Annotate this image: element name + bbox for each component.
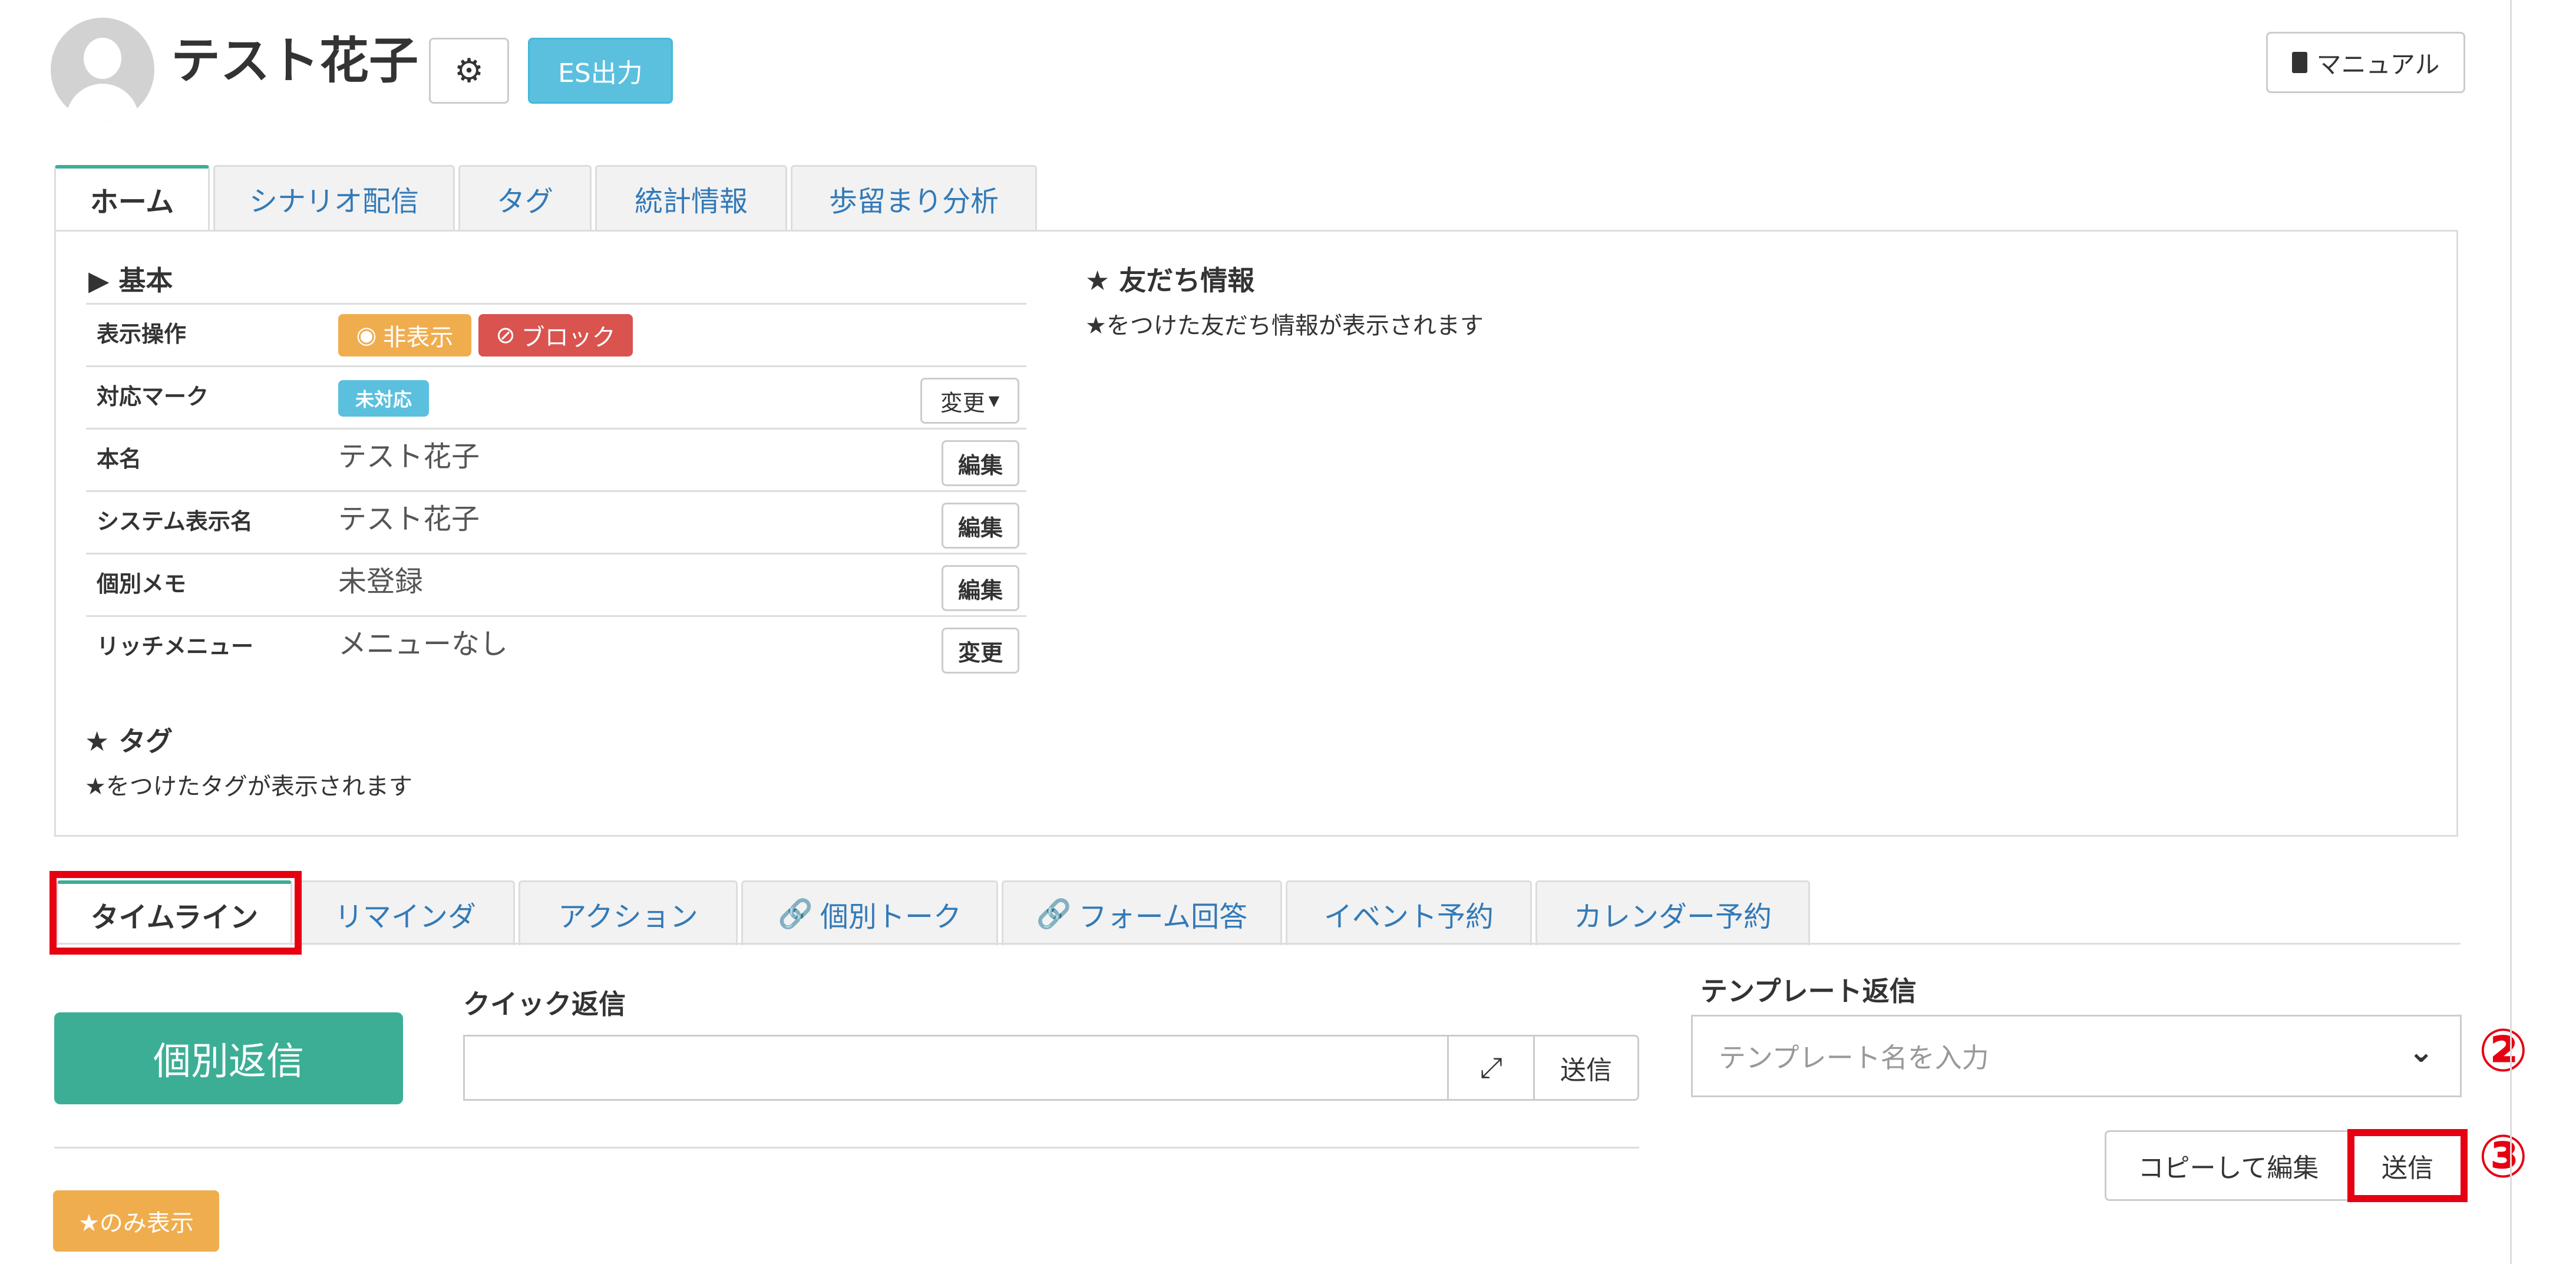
change-mark-dropdown[interactable]: 変更 ▼ [920, 378, 1019, 424]
hide-button[interactable]: ◉ 非表示 [338, 314, 471, 357]
eye-slash-icon: ◉ [356, 322, 377, 349]
tab-home[interactable]: ホーム [54, 165, 210, 230]
tab-action[interactable]: アクション [518, 880, 738, 945]
row-system-name: システム表示名 テスト花子 編集 [86, 490, 1026, 553]
timeline-tabs: タイムライン リマインダ アクション 🔗 個別トーク 🔗 フォーム回答 イベント予約… [57, 880, 1814, 945]
row-label: 表示操作 [97, 321, 187, 347]
tab-yield-analysis[interactable]: 歩留まり分析 [791, 165, 1037, 230]
edit-memo-button[interactable]: 編集 [942, 565, 1019, 611]
row-value: テスト花子 [338, 440, 480, 473]
link-icon: 🔗 [1036, 897, 1072, 930]
template-placeholder: テンプレート名を入力 [1719, 1042, 1989, 1074]
row-label: 対応マーク [97, 384, 209, 410]
basic-info-table: 表示操作 ◉ 非表示 ⊘ ブロック 対応マーク 未対応 変更 ▼ 本名 テスト花子 編… [86, 303, 1026, 678]
book-icon [2291, 52, 2307, 73]
friend-info-desc: ★をつけた友だち情報が表示されます [1085, 312, 1484, 339]
row-value: テスト花子 [338, 503, 480, 536]
avatar [51, 18, 154, 121]
chevron-down-icon: ⌄ [2408, 1034, 2434, 1070]
edit-system-name-button[interactable]: 編集 [942, 503, 1019, 549]
copy-edit-button[interactable]: コピーして編集 [2105, 1130, 2352, 1201]
tab-calendar-booking[interactable]: カレンダー予約 [1535, 880, 1810, 945]
reply-divider [54, 1147, 1639, 1149]
friend-info-title: ★ 友だち情報 [1085, 265, 1255, 296]
row-label: リッチメニュー [97, 633, 254, 659]
tab-divider [57, 943, 2461, 945]
template-send-button[interactable]: 送信 [2347, 1129, 2468, 1202]
manual-button[interactable]: マニュアル [2266, 32, 2465, 93]
basic-section-title: ▶ 基本 [88, 265, 173, 296]
tab-individual-talk[interactable]: 🔗 個別トーク [741, 880, 998, 945]
edit-name-button[interactable]: 編集 [942, 440, 1019, 486]
expand-icon: ⤢ [1479, 1051, 1503, 1084]
tab-scenario[interactable]: シナリオ配信 [213, 165, 455, 230]
block-button[interactable]: ⊘ ブロック [478, 314, 633, 357]
tab-form-answers[interactable]: 🔗 フォーム回答 [1002, 880, 1282, 945]
row-rich-menu: リッチメニュー メニューなし 変更 [86, 615, 1026, 678]
star-only-button[interactable]: ★のみ表示 [53, 1190, 219, 1252]
tab-stats[interactable]: 統計情報 [595, 165, 787, 230]
tag-section-desc: ★をつけたタグが表示されます [85, 773, 412, 800]
annotation-three: ③ [2478, 1122, 2528, 1191]
caret-down-icon: ▼ [988, 392, 1000, 409]
row-display-ops: 表示操作 ◉ 非表示 ⊘ ブロック [86, 303, 1026, 365]
manual-label: マニュアル [2316, 49, 2440, 79]
es-export-button[interactable]: ES出力 [528, 38, 673, 104]
tab-event-booking[interactable]: イベント予約 [1286, 880, 1532, 945]
tab-tag[interactable]: タグ [458, 165, 592, 230]
quick-send-button[interactable]: 送信 [1533, 1035, 1639, 1101]
row-response-mark: 対応マーク 未対応 変更 ▼ [86, 365, 1026, 428]
row-value: 未登録 [338, 565, 424, 598]
row-label: システム表示名 [97, 509, 253, 534]
expand-button[interactable]: ⤢ [1447, 1035, 1535, 1101]
template-reply-title: テンプレート返信 [1700, 975, 1917, 1007]
status-badge: 未対応 [338, 380, 429, 417]
right-scroll-border [2510, 0, 2512, 1264]
row-label: 本名 [97, 446, 142, 472]
row-memo: 個別メモ 未登録 編集 [86, 553, 1026, 615]
ban-icon: ⊘ [496, 322, 516, 349]
row-value: メニューなし [338, 628, 508, 661]
change-rich-menu-button[interactable]: 変更 [942, 628, 1019, 674]
page-title: テスト花子 [171, 32, 419, 90]
annotation-two: ② [2478, 1016, 2528, 1085]
gear-icon: ⚙ [454, 51, 484, 90]
quick-reply-title: クイック返信 [463, 988, 626, 1020]
row-real-name: 本名 テスト花子 編集 [86, 428, 1026, 490]
row-label: 個別メモ [97, 571, 187, 597]
tab-reminder[interactable]: リマインダ [296, 880, 515, 945]
tag-section-title: ★ タグ [85, 725, 173, 757]
template-select[interactable]: テンプレート名を入力 ⌄ [1691, 1015, 2462, 1097]
settings-button[interactable]: ⚙ [429, 38, 509, 104]
home-tabs: ホーム シナリオ配信 タグ 統計情報 歩留まり分析 [54, 165, 1041, 230]
individual-reply-button[interactable]: 個別返信 [54, 1012, 403, 1104]
timeline-tab-highlight [49, 871, 302, 955]
link-icon: 🔗 [778, 897, 813, 930]
quick-reply-input[interactable] [463, 1035, 1449, 1101]
